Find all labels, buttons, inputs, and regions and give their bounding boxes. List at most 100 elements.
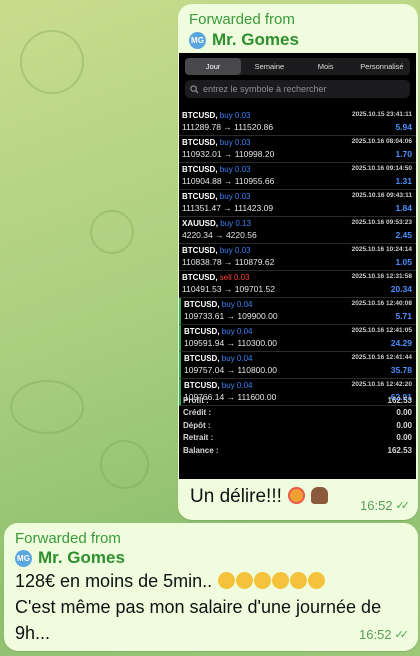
avatar: MG <box>15 549 32 567</box>
trade-row: BTCUSD, buy 0.04 109591.94 → 110300.00 2… <box>179 325 416 352</box>
time-text: 16:52 <box>360 498 393 513</box>
summary-deposit: Dépôt : 0.00 <box>179 419 416 432</box>
trade-date: 2025.10.16 12:41:44 <box>351 354 412 361</box>
trade-symbol: BTCUSD, <box>184 300 220 309</box>
trade-side: buy 0.04 <box>221 327 253 336</box>
search-icon <box>190 84 199 94</box>
tab-mois: Mois <box>317 62 334 71</box>
trade-side: buy 0.04 <box>221 300 253 309</box>
trade-symbol: BTCUSD, <box>182 165 218 174</box>
summary-label: Retrait : <box>183 433 214 443</box>
trade-profit: 35.78 <box>390 365 412 375</box>
time-text: 16:52 <box>359 627 392 642</box>
summary-value: 0.00 <box>396 420 412 430</box>
trade-profit: 20.34 <box>390 284 412 294</box>
trade-profit: 24.29 <box>390 338 412 348</box>
trade-profit: 1.05 <box>395 257 412 267</box>
trade-symbol: BTCUSD, <box>182 246 218 255</box>
trade-symbol: BTCUSD, <box>182 111 218 120</box>
trade-profit: 1.70 <box>395 149 412 159</box>
trade-row: BTCUSD, buy 0.03 110904.88 → 110955.66 2… <box>179 163 416 190</box>
trade-side: sell 0.03 <box>219 273 250 282</box>
trade-prices: 109757.04 → 110800.00 <box>184 365 277 375</box>
trade-profit: 5.71 <box>395 311 412 321</box>
trade-side: buy 0.03 <box>219 111 251 120</box>
summary-value: 0.00 <box>396 408 412 418</box>
forwarded-label: Forwarded from <box>15 530 121 547</box>
summary-withdrawal: Retrait : 0.00 <box>179 432 416 445</box>
caption-text: Un délire!!! <box>190 486 282 507</box>
trade-row: BTCUSD, buy 0.03 111351.47 → 111423.09 2… <box>179 190 416 217</box>
avatar: MG <box>189 31 206 49</box>
rofl-emoji-icon <box>308 572 326 589</box>
trade-prices: 110491.53 → 109701.52 <box>182 284 275 294</box>
account-summary: Profit :162.53 Crédit :0.00 Dépôt :0.00 … <box>179 394 416 457</box>
message-text: 128€ en moins de 5min.. C'est même pas m… <box>15 568 415 646</box>
trade-symbol: BTCUSD, <box>182 192 218 201</box>
sender-link[interactable]: MG Mr. Gomes <box>189 30 299 50</box>
trade-prices: 111289.78 → 111520.86 <box>182 122 274 132</box>
trade-prices: 110838.78 → 110879.62 <box>182 257 275 267</box>
period-tabs: Jour Semaine Mois Personnalisé <box>185 58 410 75</box>
summary-value: 162.53 <box>387 395 412 405</box>
rofl-emoji-icon <box>254 572 272 589</box>
trade-prices: 109733.61 → 109900.00 <box>184 311 278 321</box>
trade-date: 2025.10.16 12:42:20 <box>351 381 412 388</box>
double-check-icon: ✓✓ <box>395 500 411 512</box>
trade-row: BTCUSD, buy 0.04 109757.04 → 110800.00 2… <box>179 352 416 379</box>
trade-date: 2025.10.16 09:53:23 <box>351 219 412 226</box>
trade-row: BTCUSD, buy 0.03 111289.78 → 111520.86 2… <box>179 109 416 136</box>
trade-profit: 2.45 <box>395 230 412 240</box>
trade-prices: 110932.01 → 110998.20 <box>182 149 275 159</box>
tab-jour: Jour <box>185 58 242 75</box>
summary-value: 0.00 <box>396 433 412 443</box>
rofl-emoji-icon <box>272 572 290 589</box>
trade-date: 2025.10.16 12:40:08 <box>351 300 412 307</box>
grinning-sweat-emoji-icon <box>218 572 236 589</box>
trade-prices: 4220.34 → 4220.56 <box>182 230 257 240</box>
forwarded-message-bottom[interactable]: Forwarded from MG Mr. Gomes 128€ en moin… <box>4 523 418 651</box>
message-line: 9h... <box>15 623 51 643</box>
trade-list: BTCUSD, buy 0.03 111289.78 → 111520.86 2… <box>179 109 416 406</box>
trade-profit: 5.94 <box>395 122 412 132</box>
wallpaper-doodle <box>100 440 149 489</box>
search-placeholder: entrez le symbole à rechercher <box>203 84 327 94</box>
summary-profit: Profit : 162.53 <box>179 394 416 407</box>
heart-eyes-emoji-icon <box>288 487 306 504</box>
trade-row: BTCUSD, buy 0.04 109733.61 → 109900.00 2… <box>179 298 416 325</box>
trade-row: XAUUSD, buy 0.13 4220.34 → 4220.56 2025.… <box>179 217 416 244</box>
trade-row: BTCUSD, sell 0.03 110491.53 → 109701.52 … <box>179 271 416 298</box>
trade-symbol: BTCUSD, <box>184 381 220 390</box>
trade-date: 2025.10.16 12:41:05 <box>351 327 412 334</box>
summary-label: Profit : <box>183 395 209 405</box>
summary-label: Balance : <box>183 445 219 455</box>
message-line: 128€ en moins de 5min.. <box>15 568 415 594</box>
sender-name: Mr. Gomes <box>38 548 125 567</box>
forwarded-label: Forwarded from <box>189 11 295 28</box>
trade-symbol: BTCUSD, <box>184 327 220 336</box>
trade-row: BTCUSD, buy 0.03 110838.78 → 110879.62 2… <box>179 244 416 271</box>
trade-symbol: BTCUSD, <box>182 273 218 282</box>
rofl-emoji-icon <box>290 572 308 589</box>
trade-date: 2025.10.16 09:14:50 <box>351 165 412 172</box>
trade-symbol: BTCUSD, <box>182 138 218 147</box>
trade-side: buy 0.04 <box>221 381 253 390</box>
trade-date: 2025.10.15 23:41:11 <box>352 111 412 118</box>
summary-balance: Balance : 162.53 <box>179 444 416 457</box>
trading-history-screenshot[interactable]: Jour Semaine Mois Personnalisé entrez le… <box>179 53 416 479</box>
trade-side: buy 0.03 <box>219 138 251 147</box>
trade-symbol: XAUUSD, <box>182 219 219 228</box>
trade-prices: 109591.94 → 110300.00 <box>184 338 277 348</box>
trade-date: 2025.10.16 12:31:58 <box>351 273 412 280</box>
rofl-emoji-icon <box>236 572 254 589</box>
summary-credit: Crédit : 0.00 <box>179 407 416 420</box>
tab-semaine: Semaine <box>254 62 285 71</box>
message-timestamp: 16:52 ✓✓ <box>360 498 411 513</box>
trade-side: buy 0.13 <box>220 219 251 228</box>
message-timestamp: 16:52 ✓✓ <box>359 627 409 642</box>
trade-profit: 1.84 <box>395 203 412 213</box>
sender-link[interactable]: MG Mr. Gomes <box>15 548 125 568</box>
praying-hands-emoji-icon <box>311 487 329 504</box>
trade-profit: 1.31 <box>395 176 412 186</box>
sender-name: Mr. Gomes <box>212 30 299 49</box>
